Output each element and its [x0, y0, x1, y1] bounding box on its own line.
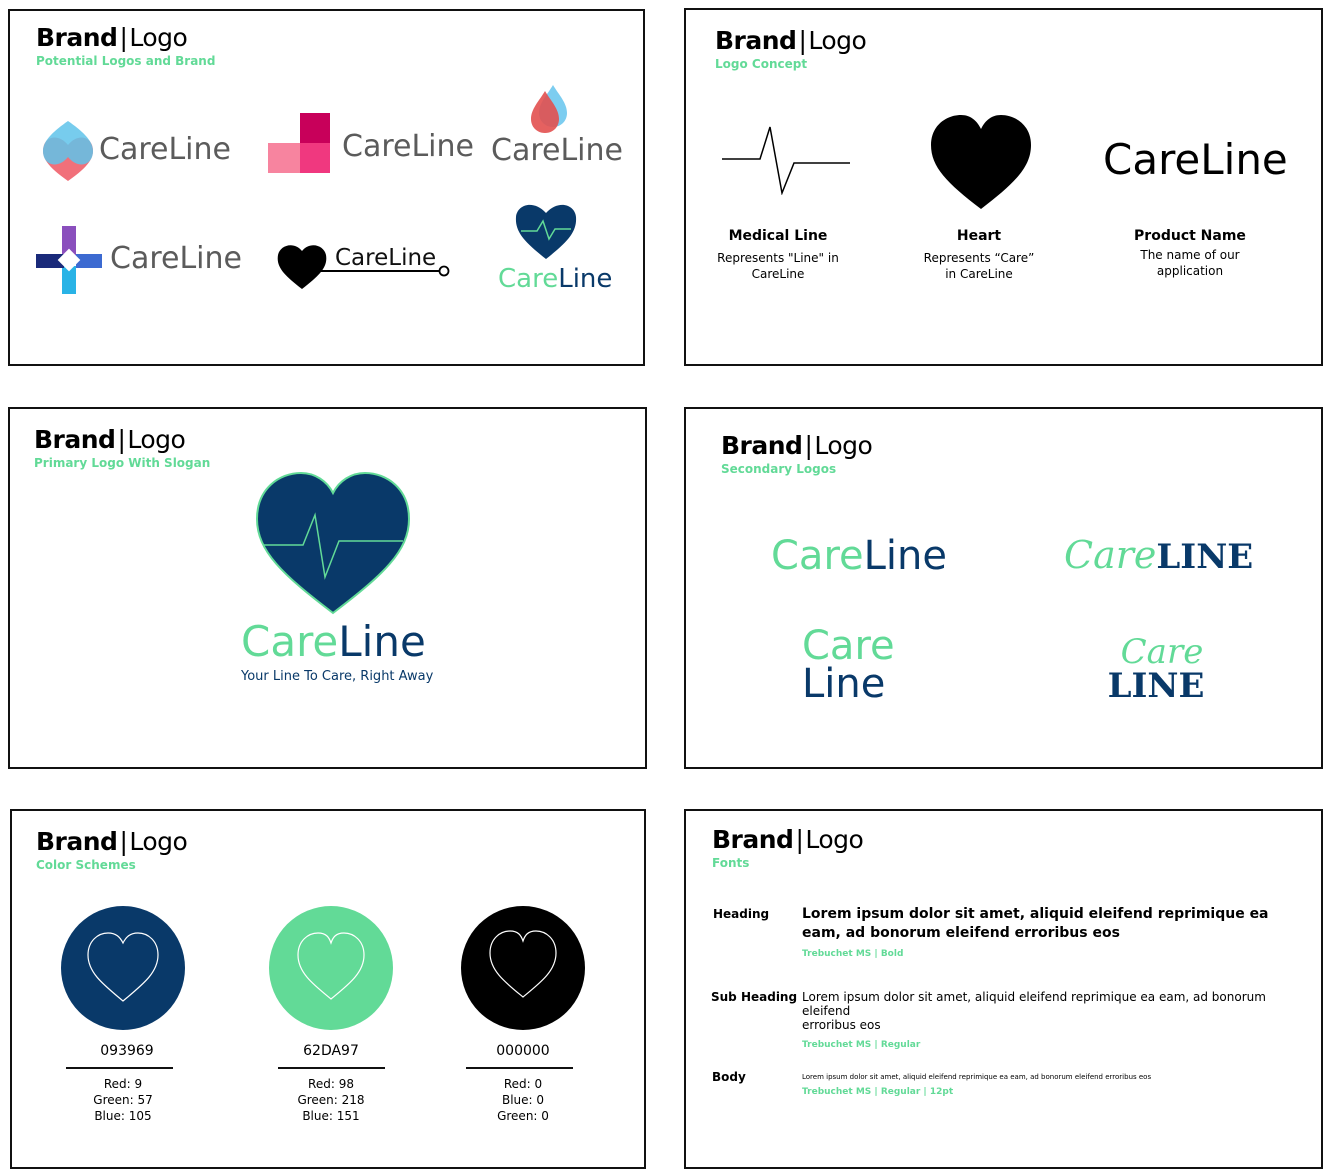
panel-header: Brand|Logo Secondary Logos	[721, 431, 873, 476]
brand-title: Brand|Logo	[712, 825, 864, 854]
concept-product-name: Product Name The name of our application	[1134, 228, 1246, 278]
panel-logo-concept: Brand|Logo Logo Concept CareLine Medical…	[684, 8, 1323, 366]
color-hex: 62DA97	[303, 1043, 359, 1059]
color-swatch	[268, 905, 394, 1031]
color-rgb: Red: 98 Green: 218 Blue: 151	[297, 1077, 365, 1123]
heart-outline-icon	[61, 906, 185, 1030]
color-hex: 093969	[100, 1043, 154, 1059]
heart-outline-icon	[269, 906, 393, 1030]
secondary-logo-stacked: Care Line	[802, 623, 895, 707]
concept-heart: Heart Represents “Care” in CareLine	[923, 228, 1035, 281]
pulse-line-icon	[722, 126, 850, 195]
logo-wordmark: CareLine	[335, 245, 437, 271]
secondary-logo-inline: CareLine	[771, 533, 947, 579]
color-rgb: Red: 0 Blue: 0 Green: 0	[497, 1077, 549, 1123]
blood-drop-logo-icon	[531, 85, 567, 133]
divider	[66, 1067, 173, 1069]
panel-subtitle: Fonts	[712, 856, 750, 870]
logo-wordmark: CareLine	[110, 241, 242, 276]
secondary-logo-script-inline: CareLINE	[1064, 533, 1254, 577]
panel-header: Brand|Logo Color Schemes	[36, 827, 188, 872]
pink-squares-logo-icon	[268, 113, 330, 173]
heart-pulse-logo-icon	[515, 204, 577, 259]
panel-header: Brand|Logo Logo Concept	[715, 26, 867, 71]
logo-wordmark: CareLine	[99, 132, 231, 167]
concept-medical-line: Medical Line Represents "Line" in CareLi…	[717, 228, 839, 281]
logo-wordmark: CareLine	[342, 129, 474, 164]
panel-header: Brand|Logo Fonts	[712, 825, 864, 870]
font-label-body: Body	[712, 1070, 746, 1084]
brand-title: Brand|Logo	[721, 431, 873, 460]
heart-icon	[931, 115, 1031, 209]
color-swatch	[60, 905, 186, 1031]
panel-fonts: Brand|Logo Fonts Heading Lorem ipsum dol…	[684, 809, 1323, 1169]
panel-subtitle: Logo Concept	[715, 57, 808, 71]
color-swatch	[460, 905, 586, 1031]
heart-pulse-logo-icon	[255, 471, 411, 615]
logo-wordmark: CareLine	[491, 133, 623, 168]
panel-subtitle: Secondary Logos	[721, 462, 837, 476]
divider	[278, 1067, 385, 1069]
overlapping-hearts-logo-icon	[43, 121, 93, 181]
primary-wordmark: CareLine	[241, 617, 426, 666]
panel-primary-logo: Brand|Logo Primary Logo With Slogan Care…	[8, 407, 647, 769]
panel-header: Brand|Logo Primary Logo With Slogan	[34, 425, 210, 470]
font-sample-body: Lorem ipsum dolor sit amet, aliquid elei…	[802, 1073, 1152, 1097]
logo-wordmark: CareLine	[498, 264, 613, 294]
color-rgb: Red: 9 Green: 57 Blue: 105	[93, 1077, 153, 1123]
font-sample-subheading: Lorem ipsum dolor sit amet, aliquid elei…	[802, 990, 1266, 1050]
panel-potential-logos: Brand|Logo Potential Logos and Brand Car…	[8, 9, 645, 366]
panel-subtitle: Potential Logos and Brand	[36, 54, 216, 68]
brand-title: Brand|Logo	[36, 23, 188, 52]
font-label-subheading: Sub Heading	[711, 990, 798, 1004]
panel-subtitle: Color Schemes	[36, 858, 136, 872]
heart-outline-icon	[461, 906, 585, 1030]
brand-title: Brand|Logo	[34, 425, 186, 454]
font-sample-heading: Lorem ipsum dolor sit amet, aliquid elei…	[802, 906, 1269, 959]
slogan: Your Line To Care, Right Away	[241, 669, 434, 684]
color-hex: 000000	[496, 1043, 550, 1059]
divider	[466, 1067, 573, 1069]
product-wordmark: CareLine	[1103, 135, 1288, 184]
font-label-heading: Heading	[713, 907, 770, 921]
brand-title: Brand|Logo	[36, 827, 188, 856]
medical-cross-logo-icon	[36, 226, 102, 294]
panel-secondary-logos: Brand|Logo Secondary Logos CareLine Care…	[684, 407, 1323, 769]
panel-subtitle: Primary Logo With Slogan	[34, 456, 211, 470]
secondary-logo-script-stacked: Care LINE	[1107, 632, 1205, 706]
panel-header: Brand|Logo Potential Logos and Brand	[36, 23, 215, 68]
brand-title: Brand|Logo	[715, 26, 867, 55]
panel-color-schemes: Brand|Logo Color Schemes 093969 Red: 9 G…	[10, 809, 646, 1169]
